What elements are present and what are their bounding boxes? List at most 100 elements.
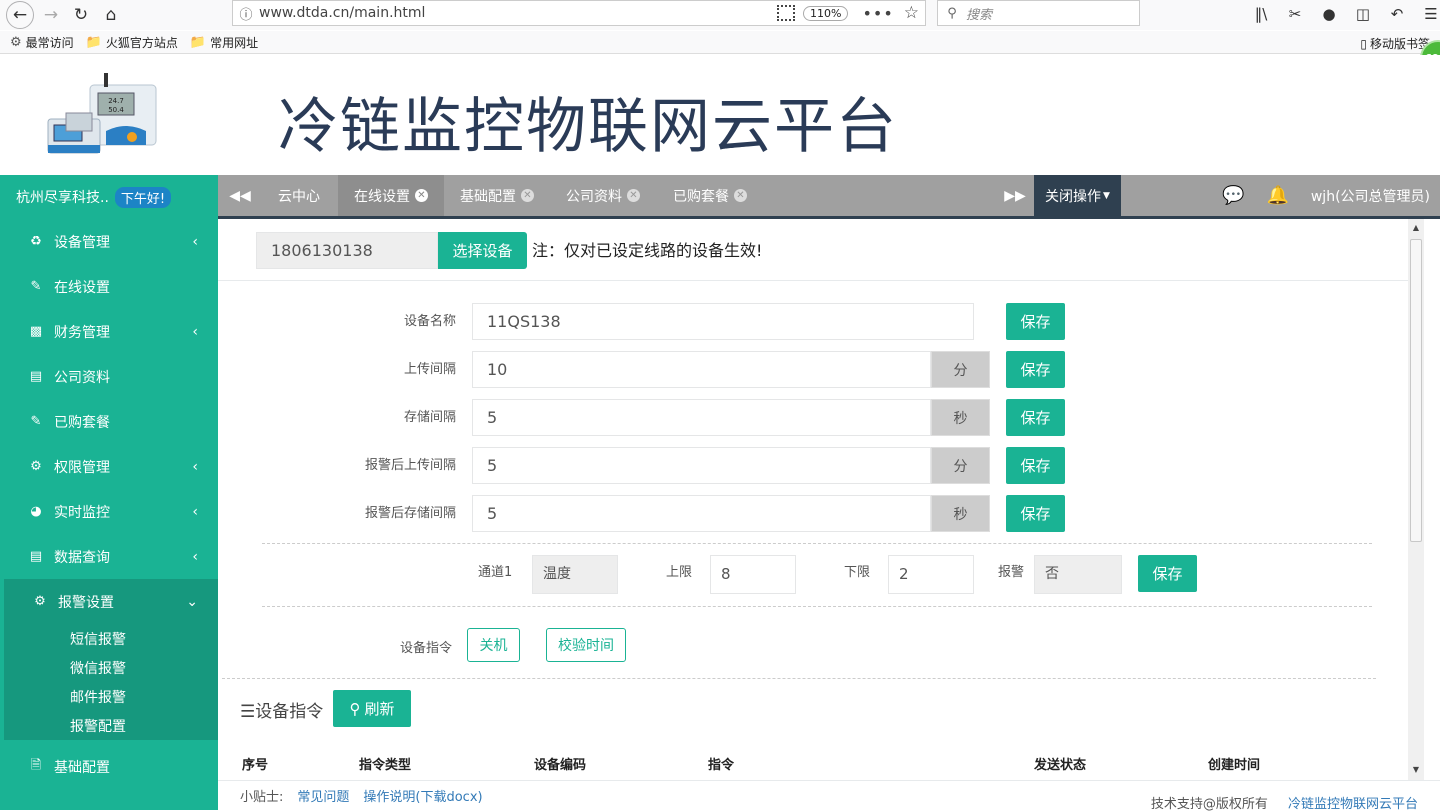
table-header[interactable]: 指令	[708, 754, 734, 773]
divider	[222, 678, 1376, 679]
logo-image: 24.7 50.4	[47, 73, 157, 154]
url-bar[interactable]: ⓘ www.dtda.cn/main.html 110% ••• ☆	[232, 0, 926, 26]
menu-icon[interactable]: ☰	[1414, 2, 1440, 26]
upper-limit-input[interactable]: 8	[710, 555, 796, 594]
screenshot-icon[interactable]: ✂	[1278, 2, 1312, 26]
sidebar-item-basic-config[interactable]: 🗎 基础配置	[0, 744, 218, 789]
sidebar-item-online-settings[interactable]: ✎ 在线设置	[0, 264, 218, 309]
tab-purchased-plans[interactable]: 已购套餐 ✕	[657, 175, 763, 216]
field-label: 设备名称	[403, 314, 456, 329]
message-icon[interactable]: 💬	[1222, 185, 1244, 206]
shutdown-button[interactable]: 关机	[467, 628, 520, 662]
sync-time-button[interactable]: 校验时间	[546, 628, 626, 662]
scrollbar[interactable]: ▲ ▼	[1408, 219, 1424, 780]
manual-link[interactable]: 操作说明(下载docx)	[363, 786, 482, 805]
table-header[interactable]: 指令类型	[359, 754, 411, 773]
sidebar-item-alarm-settings[interactable]: ⚙ 报警设置 ⌄	[4, 579, 218, 624]
tab-company-profile[interactable]: 公司资料 ✕	[550, 175, 656, 216]
bookmark-common[interactable]: 📁 常用网址	[190, 34, 258, 51]
table-header[interactable]: 序号	[242, 754, 268, 773]
greeting-badge: 下午好!	[114, 186, 172, 208]
library-icon[interactable]: ‖\	[1244, 2, 1278, 26]
tab-scroll-right-icon[interactable]: ▶▶	[996, 175, 1034, 216]
close-icon[interactable]: ✕	[627, 189, 640, 202]
tab-label: 云中心	[278, 188, 320, 205]
sidebar-subitem-sms-alarm[interactable]: 短信报警	[4, 624, 218, 653]
close-icon[interactable]: ✕	[734, 189, 747, 202]
scrollbar-thumb[interactable]	[1410, 239, 1422, 542]
site-info-icon[interactable]: ⓘ	[233, 4, 259, 23]
choose-device-button[interactable]: 选择设备	[438, 232, 527, 269]
tab-online-settings[interactable]: 在线设置 ✕	[338, 175, 444, 216]
close-operations-label: 关闭操作	[1045, 188, 1102, 205]
bookmark-firefox[interactable]: 📁 火狐官方站点	[86, 34, 178, 51]
forward-icon[interactable]: →	[38, 2, 64, 28]
scroll-down-icon[interactable]: ▼	[1408, 765, 1424, 774]
close-operations-dropdown[interactable]: 关闭操作 ▼	[1034, 175, 1121, 216]
close-icon[interactable]: ✕	[521, 189, 534, 202]
bookmark-most-visited[interactable]: ⚙ 最常访问	[10, 34, 74, 51]
back-icon[interactable]: ←	[6, 1, 34, 29]
sidebar-item-purchased-plans[interactable]: ✎ 已购套餐	[0, 399, 218, 444]
sidebar-subitem-email-alarm[interactable]: 邮件报警	[4, 682, 218, 711]
upload-interval-input[interactable]: 10	[472, 351, 931, 388]
tab-label: 基础配置	[460, 188, 516, 205]
folder-icon: 📁	[85, 34, 102, 50]
sidebar-item-device-management[interactable]: ♻ 设备管理 ‹	[0, 219, 218, 264]
alarm-label: 报警	[998, 565, 1025, 580]
device-name-input[interactable]: 11QS138	[472, 303, 974, 340]
chevron-left-icon: ‹	[192, 323, 198, 340]
lower-limit-input[interactable]: 2	[888, 555, 974, 594]
page-actions-icon[interactable]: •••	[862, 4, 893, 23]
url-text[interactable]: www.dtda.cn/main.html	[259, 5, 777, 21]
storage-interval-input[interactable]: 5	[472, 399, 931, 436]
zoom-level[interactable]: 110%	[802, 5, 849, 21]
sidebar-subitem-wechat-alarm[interactable]: 微信报警	[4, 653, 218, 682]
sidebar-icon[interactable]: ◫	[1346, 2, 1380, 26]
table-header[interactable]: 发送状态	[1034, 754, 1086, 773]
alarm-select[interactable]: 否	[1034, 555, 1122, 594]
device-number-input[interactable]: 1806130138	[256, 232, 438, 269]
sidebar-item-data-query[interactable]: ▤ 数据查询 ‹	[0, 534, 218, 579]
sidebar-item-permissions[interactable]: ⚙ 权限管理 ‹	[0, 444, 218, 489]
scroll-up-icon[interactable]: ▲	[1408, 223, 1424, 232]
form-row-device-name: 设备名称 11QS138 保存	[218, 303, 1408, 340]
save-button[interactable]: 保存	[1006, 351, 1065, 388]
refresh-button[interactable]: ⚲ 刷新	[333, 690, 411, 727]
save-button[interactable]: 保存	[1006, 447, 1065, 484]
channel-type-input[interactable]: 温度	[532, 555, 618, 594]
table-header[interactable]: 设备编码	[534, 754, 586, 773]
close-icon[interactable]: ✕	[415, 189, 428, 202]
qr-code-icon[interactable]	[776, 5, 795, 21]
sidebar: 杭州尽享科技.. 下午好! ♻ 设备管理 ‹ ✎ 在线设置 ▩ 财务管理 ‹ ▤…	[0, 175, 218, 810]
table-header[interactable]: 创建时间	[1208, 754, 1260, 773]
undo-icon[interactable]: ↶	[1380, 2, 1414, 26]
chat-icon[interactable]: ●	[1312, 2, 1346, 26]
reload-icon[interactable]: ↻	[68, 2, 94, 28]
sidebar-subitem-alarm-config[interactable]: 报警配置	[4, 711, 218, 740]
search-input[interactable]: ⚲ 搜索	[937, 0, 1140, 26]
sidebar-item-finance[interactable]: ▩ 财务管理 ‹	[0, 309, 218, 354]
bookmark-star-icon[interactable]: ☆	[904, 3, 919, 23]
sidebar-item-label: 基础配置	[54, 759, 110, 776]
save-button[interactable]: 保存	[1006, 495, 1065, 532]
tab-scroll-left-icon[interactable]: ◀◀	[218, 175, 262, 216]
alarm-storage-interval-input[interactable]: 5	[472, 495, 931, 532]
save-button[interactable]: 保存	[1006, 399, 1065, 436]
sidebar-item-company-profile[interactable]: ▤ 公司资料	[0, 354, 218, 399]
mobile-bookmarks[interactable]: ▯ 移动版书签	[1360, 35, 1430, 52]
alarm-upload-interval-input[interactable]: 5	[472, 447, 931, 484]
sidebar-item-realtime-monitor[interactable]: ◕ 实时监控 ‹	[0, 489, 218, 534]
save-channel-button[interactable]: 保存	[1138, 555, 1197, 592]
user-name[interactable]: wjh(公司总管理员)	[1311, 186, 1430, 206]
tab-cloud-center[interactable]: 云中心	[262, 175, 336, 216]
save-button[interactable]: 保存	[1006, 303, 1065, 340]
tab-basic-config[interactable]: 基础配置 ✕	[444, 175, 550, 216]
note-text: 注：仅对已设定线路的设备生效!	[532, 241, 763, 260]
caret-down-icon: ▼	[1103, 190, 1110, 201]
chevron-left-icon: ‹	[192, 233, 198, 250]
bell-icon[interactable]: 🔔	[1266, 185, 1288, 206]
faq-link[interactable]: 常见问题	[297, 786, 349, 805]
home-icon[interactable]: ⌂	[98, 2, 124, 28]
tab-bar: ◀◀ 云中心 在线设置 ✕ 基础配置 ✕ 公司资料 ✕ 已购套餐 ✕ ▶▶ 关闭…	[218, 175, 1440, 219]
